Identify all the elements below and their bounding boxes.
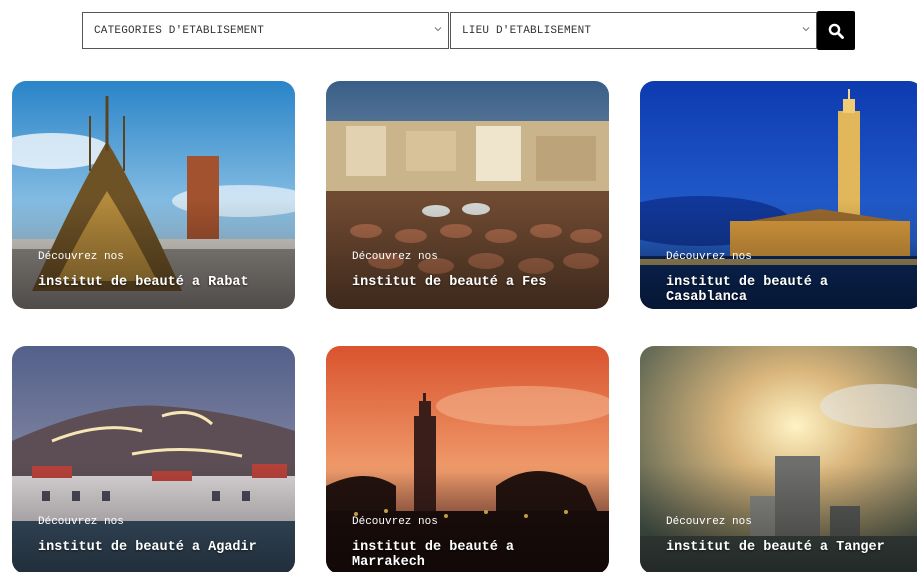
- city-card-fes[interactable]: Découvrez nos institut de beauté a Fes: [326, 81, 609, 309]
- city-card-agadir[interactable]: Découvrez nos institut de beauté a Agadi…: [12, 346, 295, 572]
- card-title: institut de beauté a Marrakech: [352, 540, 515, 570]
- card-title: institut de beauté a Fes: [352, 275, 547, 290]
- chevron-down-icon: [802, 26, 810, 31]
- city-card-rabat[interactable]: Découvrez nos institut de beauté a Rabat: [12, 81, 295, 309]
- location-select-label: LIEU D'ETABLISEMENT: [462, 24, 592, 37]
- chevron-down-icon: [434, 26, 442, 31]
- card-intro: Découvrez nos: [38, 516, 124, 528]
- card-intro: Découvrez nos: [352, 251, 438, 263]
- card-intro: Découvrez nos: [666, 251, 752, 263]
- card-intro: Découvrez nos: [666, 516, 752, 528]
- card-title: institut de beauté a Casablanca: [666, 275, 829, 305]
- categories-select-label: CATEGORIES D'ETABLISEMENT: [94, 24, 265, 37]
- city-card-tanger[interactable]: Découvrez nos institut de beauté a Tange…: [640, 346, 917, 572]
- card-title: institut de beauté a Agadir: [38, 540, 257, 555]
- location-select[interactable]: LIEU D'ETABLISEMENT: [450, 12, 817, 49]
- card-title: institut de beauté a Tanger: [666, 540, 885, 555]
- search-icon: [828, 23, 844, 39]
- city-card-marrakech[interactable]: Découvrez nos institut de beauté a Marra…: [326, 346, 609, 572]
- categories-select[interactable]: CATEGORIES D'ETABLISEMENT: [82, 12, 449, 49]
- search-bar: CATEGORIES D'ETABLISEMENT LIEU D'ETABLIS…: [82, 11, 855, 50]
- card-intro: Découvrez nos: [352, 516, 438, 528]
- card-intro: Découvrez nos: [38, 251, 124, 263]
- card-title: institut de beauté a Rabat: [38, 275, 249, 290]
- search-button[interactable]: [817, 11, 855, 50]
- city-card-casablanca[interactable]: Découvrez nos institut de beauté a Casab…: [640, 81, 917, 309]
